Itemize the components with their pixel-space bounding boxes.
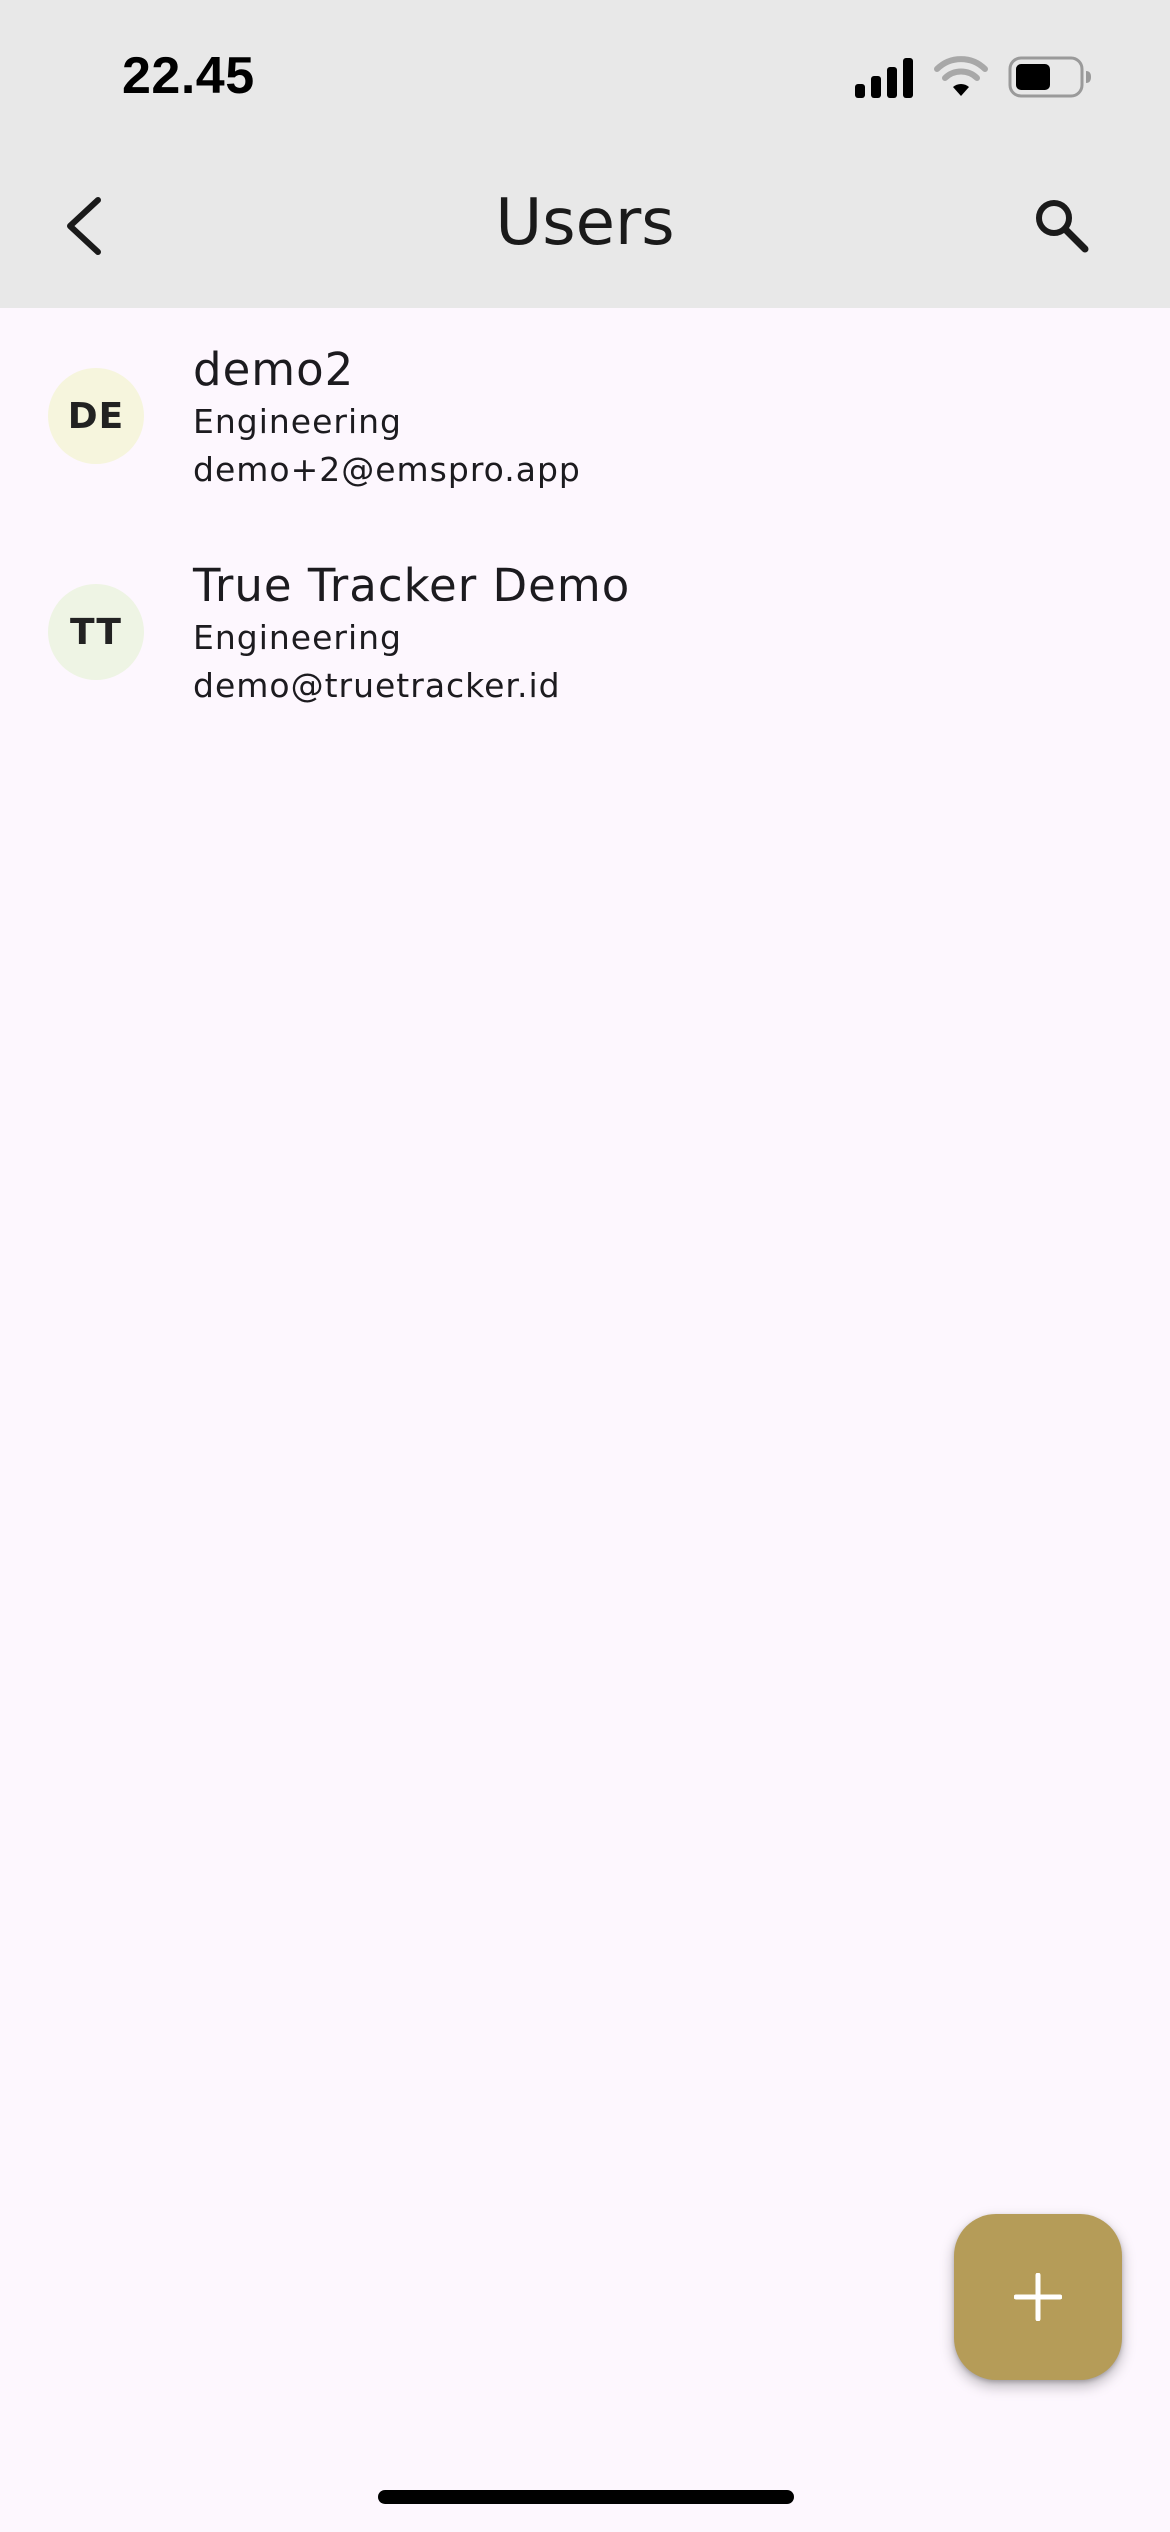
list-item-user-true-tracker-demo[interactable]: TT True Tracker Demo Engineering demo@tr… (0, 534, 1170, 750)
avatar-initials: DE (67, 395, 125, 437)
header: 22.45 Users (0, 0, 1170, 308)
battery-icon (1008, 56, 1091, 98)
user-list: DE demo2 Engineering demo+2@emspro.app T… (0, 318, 1170, 750)
avatar: DE (48, 368, 144, 464)
user-name: True Tracker Demo (193, 559, 631, 612)
user-text: True Tracker Demo Engineering demo@truet… (193, 558, 630, 710)
search-button[interactable] (1016, 180, 1106, 270)
user-name: demo2 (193, 343, 355, 396)
home-indicator (378, 2490, 794, 2504)
avatar-initials: TT (70, 611, 122, 653)
user-email: demo@truetracker.id (193, 666, 561, 705)
list-item-user-demo2[interactable]: DE demo2 Engineering demo+2@emspro.app (0, 318, 1170, 534)
status-time: 22.45 (122, 47, 255, 105)
user-department: Engineering (193, 402, 402, 441)
wifi-icon (934, 56, 988, 96)
page-title: Users (495, 186, 675, 260)
app-bar: Users (0, 150, 1170, 308)
signal-icon (855, 58, 913, 98)
avatar: TT (48, 584, 144, 680)
user-email: demo+2@emspro.app (193, 450, 581, 489)
add-user-button[interactable] (954, 2214, 1122, 2380)
user-department: Engineering (193, 618, 402, 657)
status-bar: 22.45 (0, 0, 1170, 150)
search-icon (1036, 200, 1089, 253)
plus-icon (1014, 2273, 1062, 2321)
user-text: demo2 Engineering demo+2@emspro.app (193, 342, 581, 494)
